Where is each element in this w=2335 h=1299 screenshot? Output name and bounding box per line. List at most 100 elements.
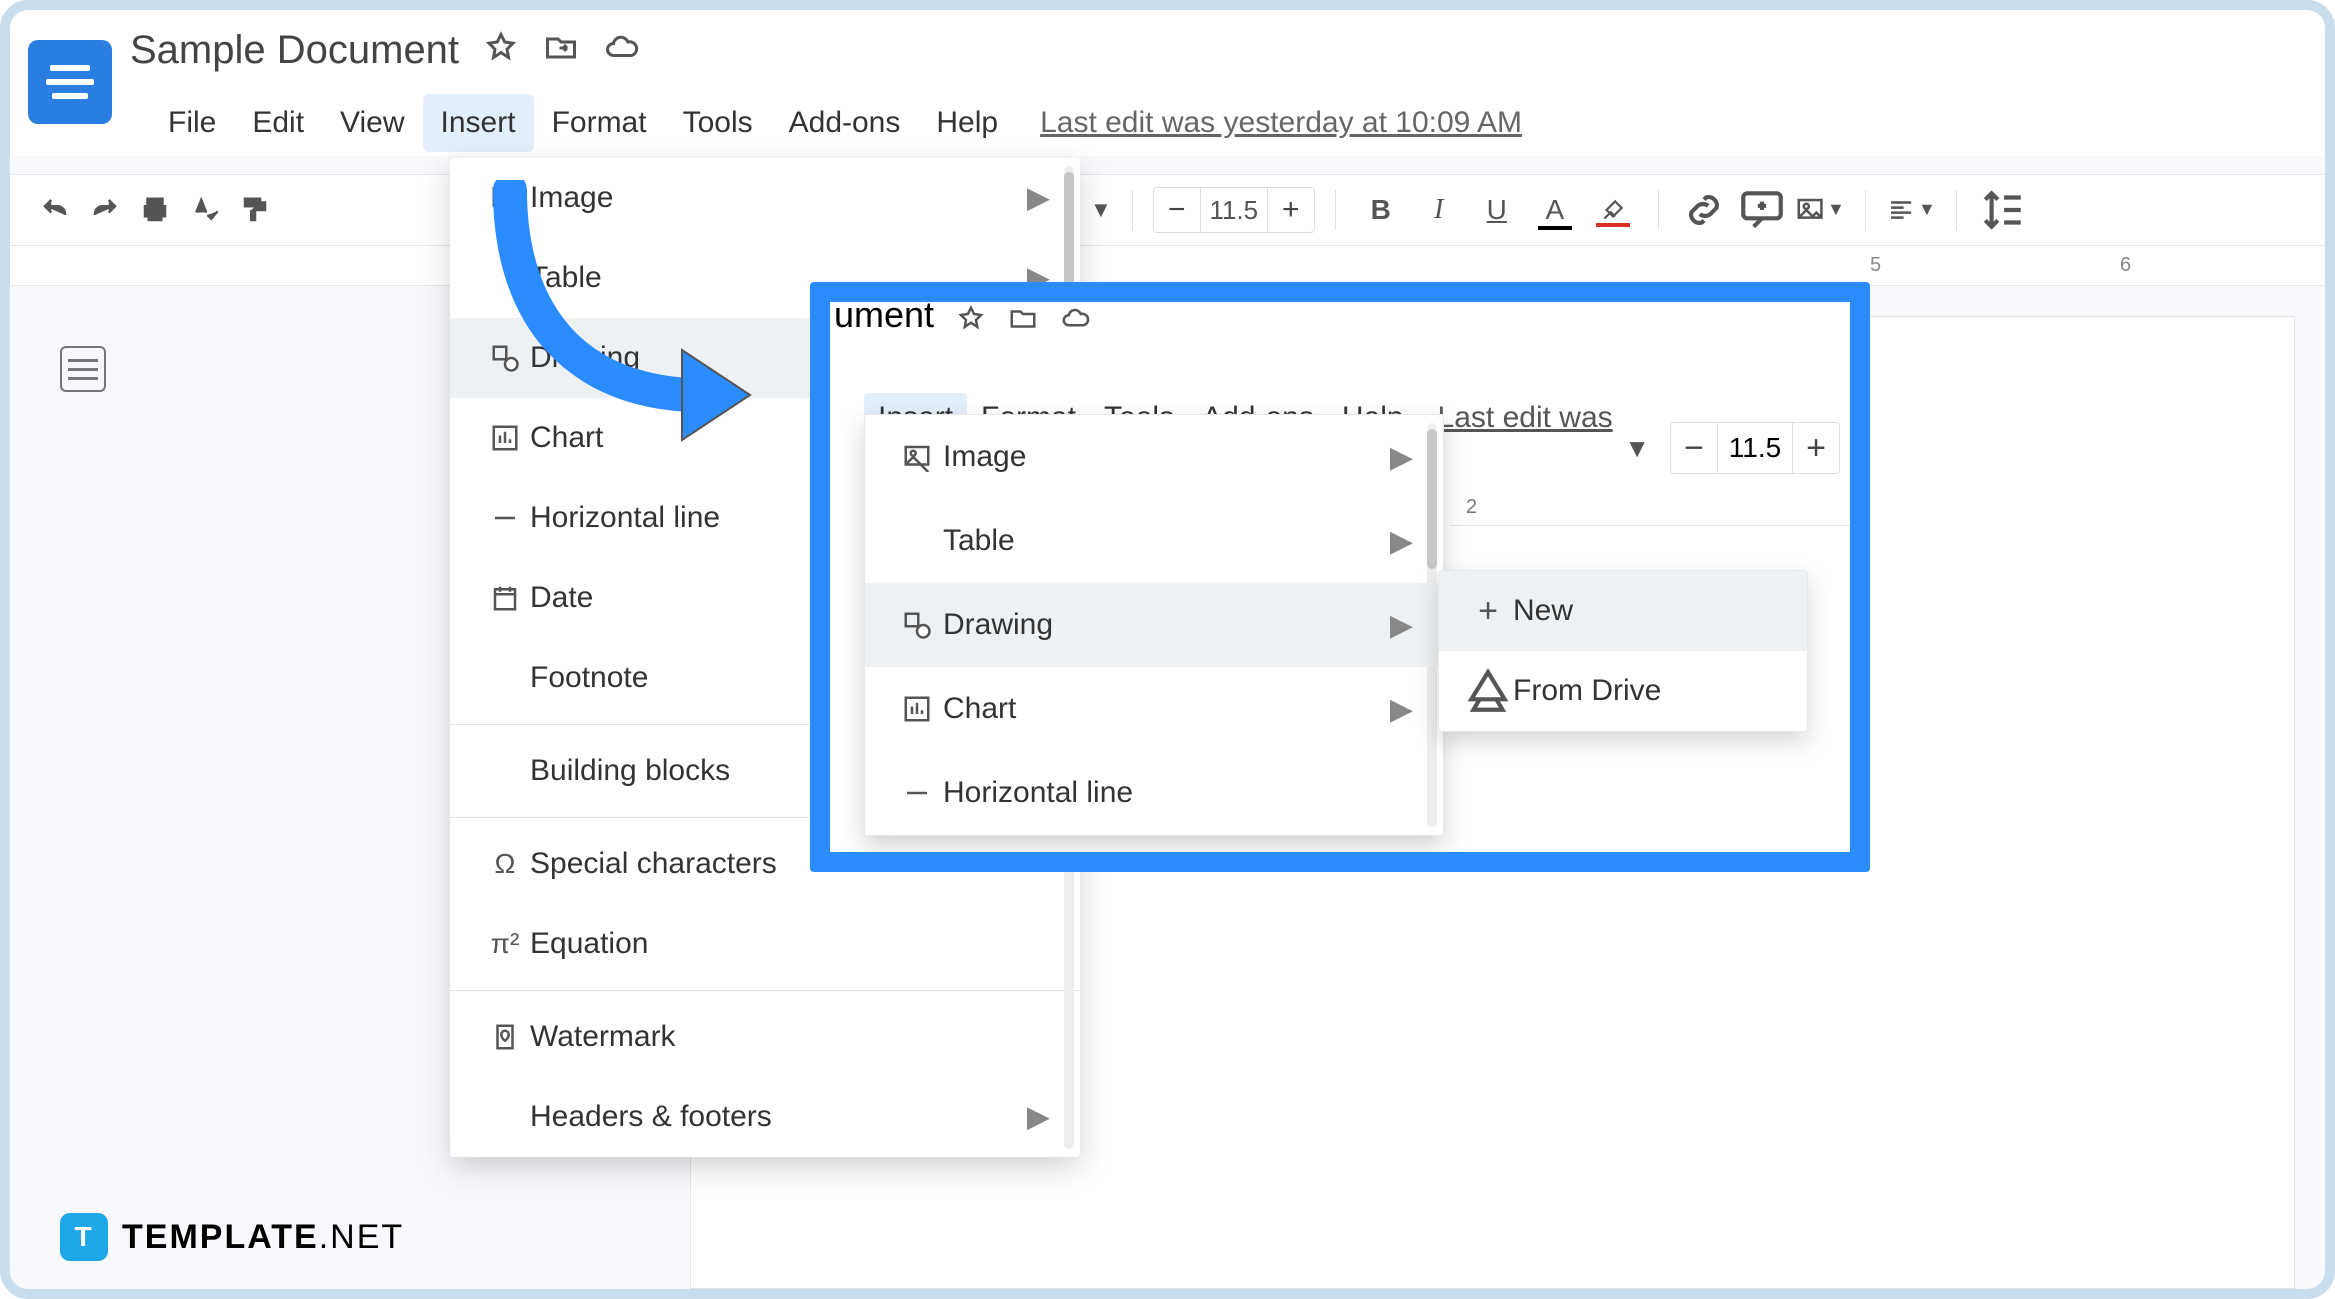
toolbar: ▼ − 11.5 + B I U A ▼ ▼ <box>10 174 2325 246</box>
insert-link-button[interactable] <box>1679 185 1729 235</box>
drawing-submenu: + New From Drive <box>1438 570 1808 732</box>
zoom-font-size-value[interactable]: 11.5 <box>1717 423 1793 473</box>
menu-format[interactable]: Format <box>534 94 665 152</box>
last-edit-history[interactable]: Last edit was yesterday at 10:09 AM <box>1040 106 1522 140</box>
zoom-inset-callout: ument Insert Format Tools Add-ons Help L… <box>810 282 1870 872</box>
menu-view[interactable]: View <box>322 94 422 152</box>
menu-addons[interactable]: Add-ons <box>771 94 919 152</box>
insert-special-chars-label: Special characters <box>530 847 777 881</box>
zoom-font-size-decrease[interactable]: − <box>1671 429 1717 468</box>
zoom-insert-chart-item[interactable]: Chart ▶ <box>865 667 1443 751</box>
insert-table-label: Table <box>530 261 602 295</box>
plus-icon: + <box>1463 592 1513 631</box>
insert-image-label: Image <box>530 181 613 215</box>
add-comment-button[interactable] <box>1737 185 1787 235</box>
ruler-mark-5: 5 <box>1870 254 1881 277</box>
drawing-new-item[interactable]: + New <box>1439 571 1807 651</box>
document-title[interactable]: Sample Document <box>130 28 459 73</box>
insert-equation-item[interactable]: π² Equation <box>450 904 1080 984</box>
align-button[interactable]: ▼ <box>1886 195 1936 225</box>
chevron-right-icon: ▶ <box>1390 692 1413 727</box>
insert-headers-footers-label: Headers & footers <box>530 1100 772 1134</box>
menu-file[interactable]: File <box>150 94 234 152</box>
watermark-brand: TEMPLATE <box>122 1218 319 1256</box>
highlight-color-button[interactable] <box>1588 197 1638 223</box>
text-color-button[interactable]: A <box>1530 194 1580 226</box>
zoom-caret-icon[interactable]: ▼ <box>1090 197 1112 223</box>
font-size-decrease[interactable]: − <box>1154 193 1200 227</box>
drawing-icon <box>480 343 530 373</box>
spellcheck-icon[interactable] <box>180 195 230 225</box>
italic-button[interactable]: I <box>1414 194 1464 226</box>
image-icon <box>480 183 530 213</box>
drive-icon <box>1463 666 1513 716</box>
zoom-history-fragment[interactable]: Last edit was <box>1438 401 1613 435</box>
zoom-title-fragment: ument <box>834 294 934 336</box>
zoom-font-size-increase[interactable]: + <box>1793 429 1839 468</box>
cloud-status-icon[interactable] <box>1060 304 1090 339</box>
docs-app-icon[interactable] <box>28 40 112 124</box>
menu-help[interactable]: Help <box>918 94 1016 152</box>
menu-insert[interactable]: Insert <box>423 94 534 152</box>
star-icon[interactable] <box>956 304 986 339</box>
template-net-watermark: T TEMPLATE.NET <box>60 1213 404 1261</box>
chevron-right-icon: ▶ <box>1027 1100 1050 1135</box>
insert-headers-footers-item[interactable]: Headers & footers ▶ <box>450 1077 1080 1157</box>
zoom-insert-menu-dropdown: Image ▶ Table ▶ Drawing ▶ Chart ▶ Horizo… <box>864 414 1444 836</box>
omega-icon: Ω <box>480 848 530 880</box>
zoom-insert-chart-label: Chart <box>943 692 1016 726</box>
underline-button[interactable]: U <box>1472 194 1522 226</box>
bold-button[interactable]: B <box>1356 194 1406 226</box>
zoom-insert-hline-item[interactable]: Horizontal line <box>865 751 1443 835</box>
drawing-icon <box>891 610 943 640</box>
ruler: 5 6 <box>10 246 2325 286</box>
menu-tools[interactable]: Tools <box>665 94 771 152</box>
insert-watermark-label: Watermark <box>530 1020 676 1054</box>
font-size-increase[interactable]: + <box>1268 193 1314 227</box>
insert-drawing-label: Drawing <box>530 341 640 375</box>
hline-icon <box>480 503 530 533</box>
chevron-right-icon: ▶ <box>1027 181 1050 216</box>
menu-edit[interactable]: Edit <box>234 94 322 152</box>
watermark-icon <box>480 1022 530 1052</box>
insert-image-item[interactable]: Image ▶ <box>450 158 1080 238</box>
zoom-insert-image-item[interactable]: Image ▶ <box>865 415 1443 499</box>
chart-icon <box>891 694 943 724</box>
zoom-caret-icon[interactable]: ▼ <box>1624 433 1650 464</box>
font-size-value[interactable]: 11.5 <box>1200 188 1268 232</box>
drawing-from-drive-label: From Drive <box>1513 674 1661 708</box>
zoom-insert-table-item[interactable]: Table ▶ <box>865 499 1443 583</box>
insert-image-button[interactable]: ▼ <box>1795 195 1845 225</box>
drawing-from-drive-item[interactable]: From Drive <box>1439 651 1807 731</box>
font-size-stepper: − 11.5 + <box>1153 187 1315 233</box>
redo-icon[interactable] <box>80 195 130 225</box>
outline-toggle-icon[interactable] <box>60 346 106 392</box>
line-spacing-button[interactable] <box>1977 185 2027 235</box>
insert-date-label: Date <box>530 581 593 615</box>
calendar-icon <box>480 583 530 613</box>
image-icon <box>891 442 943 472</box>
drawing-new-label: New <box>1513 594 1573 628</box>
zoom-insert-drawing-label: Drawing <box>943 608 1053 642</box>
move-folder-icon[interactable] <box>543 30 579 71</box>
menubar: File Edit View Insert Format Tools Add-o… <box>10 90 2325 156</box>
paint-format-icon[interactable] <box>230 195 280 225</box>
template-t-icon: T <box>60 1213 108 1261</box>
insert-watermark-item[interactable]: Watermark <box>450 997 1080 1077</box>
zoom-insert-table-label: Table <box>943 524 1015 558</box>
insert-building-blocks-label: Building blocks <box>530 754 730 788</box>
chevron-right-icon: ▶ <box>1390 524 1413 559</box>
zoom-font-size-stepper: − 11.5 + <box>1670 422 1840 474</box>
move-folder-icon[interactable] <box>1008 304 1038 339</box>
star-icon[interactable] <box>483 30 519 71</box>
hline-icon <box>891 778 943 808</box>
zoom-insert-hline-label: Horizontal line <box>943 776 1133 810</box>
insert-equation-label: Equation <box>530 927 648 961</box>
cloud-status-icon[interactable] <box>603 30 639 71</box>
print-icon[interactable] <box>130 195 180 225</box>
watermark-net: .NET <box>319 1218 404 1256</box>
undo-icon[interactable] <box>30 195 80 225</box>
zoom-insert-image-label: Image <box>943 440 1026 474</box>
zoom-insert-drawing-item[interactable]: Drawing ▶ <box>865 583 1443 667</box>
zoom-ruler-mark-2: 2 <box>1466 496 1477 519</box>
